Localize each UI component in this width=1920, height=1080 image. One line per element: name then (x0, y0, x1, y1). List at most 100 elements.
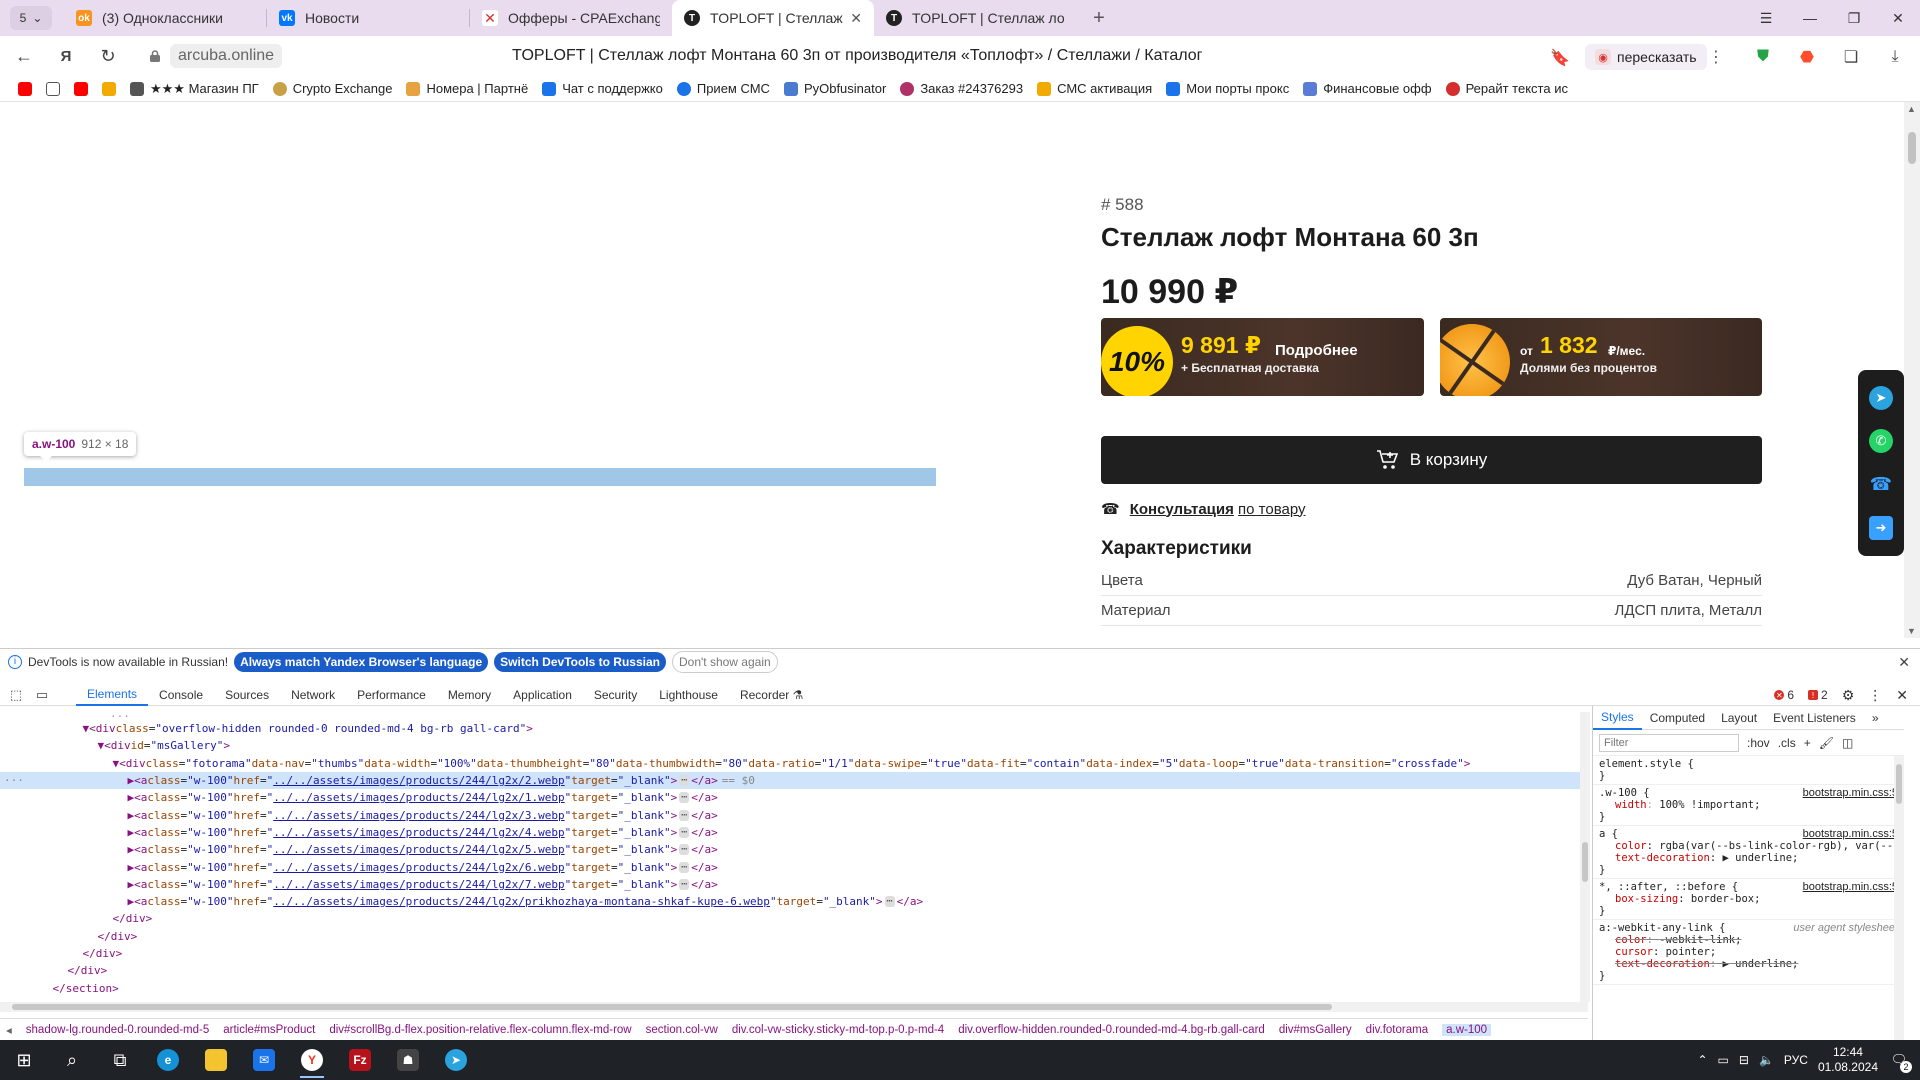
tab-memory[interactable]: Memory (437, 684, 502, 706)
chevron-up-icon[interactable]: ⌃ (1697, 1053, 1707, 1067)
scroll-up-icon[interactable]: ▲ (1907, 104, 1916, 114)
language-indicator[interactable]: РУС (1784, 1053, 1808, 1067)
dom-node-line[interactable]: ▶<a class = "w-100" href = " ../../assets/ima… (0, 893, 1588, 910)
more-tabs-icon[interactable]: » (1864, 706, 1887, 730)
back-icon[interactable]: ← (6, 40, 42, 72)
bookmark-rewrite[interactable]: Рерайт текста ис (1445, 81, 1568, 96)
bookmark-shop[interactable]: ★★★ Магазин ПГ (130, 81, 259, 97)
rule-selector[interactable]: a:-webkit-any-link { (1599, 922, 1725, 934)
rule-source[interactable]: bootstrap.min.css:5 (1803, 828, 1898, 840)
dom-node-line[interactable]: ▶<a class = "w-100" href = " ../../assets/ima… (0, 841, 1588, 858)
close-window-icon[interactable]: ✕ (1876, 0, 1920, 36)
clock[interactable]: 12:44 01.08.2024 (1818, 1045, 1878, 1075)
adblock-icon[interactable]: ⬣ (1796, 46, 1818, 68)
url-domain[interactable]: arcuba.online (170, 44, 283, 68)
cls-toggle[interactable]: .cls (1778, 736, 1796, 750)
bookmark-sms-activate[interactable]: СМС активация (1037, 81, 1152, 96)
task-view-icon[interactable]: ⧉ (96, 1040, 144, 1080)
bookmark-sms[interactable]: Прием СМС (676, 81, 770, 96)
style-property[interactable]: cursor: pointer; (1599, 946, 1898, 958)
breadcrumb-item[interactable]: shadow-lg.rounded-0.rounded-md-5 (26, 1024, 209, 1036)
discount-more-link[interactable]: Подробнее (1275, 342, 1358, 359)
dom-node-line[interactable]: ▶<a class = "w-100" href = " ../../assets/ima… (0, 789, 1588, 806)
inspect-element-icon[interactable]: ⬚ (6, 685, 26, 705)
page-scroll-thumb[interactable] (1908, 132, 1916, 164)
breadcrumb-item[interactable]: div.fotorama (1366, 1024, 1428, 1036)
tab-computed[interactable]: Computed (1642, 706, 1713, 730)
dom-scrollbar[interactable] (1580, 712, 1590, 1002)
breadcrumb-item[interactable]: div#msGallery (1279, 1024, 1352, 1036)
yandex-browser-icon[interactable]: Y (288, 1040, 336, 1080)
reload-icon[interactable]: ↻ (90, 40, 126, 72)
volume-icon[interactable]: 🔈 (1759, 1053, 1774, 1067)
paint-icon[interactable]: 🖌 (1819, 736, 1834, 750)
warning-count-badge[interactable]: ! 2 (1808, 688, 1828, 702)
tab-sources[interactable]: Sources (214, 684, 280, 706)
dom-node-line[interactable]: </div> (0, 945, 1588, 962)
style-property[interactable]: color: rgba(var(--bs-link-color-rgb), va… (1599, 840, 1899, 852)
tab-security[interactable]: Security (583, 684, 648, 706)
more-vert-icon[interactable]: ⋮ (1868, 687, 1882, 704)
search-icon[interactable]: ⌕ (48, 1040, 96, 1080)
dom-node-line[interactable]: ▶<a class = "w-100" href = " ../../assets/ima… (0, 824, 1588, 841)
menu-icon[interactable]: ☰ (1744, 0, 1788, 36)
retell-button[interactable]: ◉ пересказать (1585, 44, 1707, 70)
switch-russian-button[interactable]: Switch DevTools to Russian (494, 651, 666, 672)
notification-icon[interactable]: 🗨 2 (1888, 1049, 1912, 1073)
close-devtools-icon[interactable]: ✕ (1896, 687, 1908, 704)
callback-icon[interactable]: ☎ (1869, 473, 1893, 497)
tab-application[interactable]: Application (502, 684, 583, 706)
tab-performance[interactable]: Performance (346, 684, 437, 706)
download-icon[interactable]: ⤓ (1884, 46, 1906, 68)
breadcrumb-item[interactable]: div.col-vw-sticky.sticky-md-top.p-0.p-md… (732, 1024, 944, 1036)
styles-scroll-thumb[interactable] (1896, 764, 1902, 804)
close-tab-icon[interactable]: ✕ (850, 10, 862, 27)
tab-odnoklassniki[interactable]: ok (3) Одноклассники (64, 0, 266, 36)
sidebar-toggle-icon[interactable]: ◫ (1842, 736, 1853, 750)
rule-selector[interactable]: *, ::after, ::before { (1599, 881, 1738, 893)
discount-promo-banner[interactable]: 10% 9 891 ₽ Подробнее + Бесплатная доста… (1101, 318, 1424, 396)
tab-event-listeners[interactable]: Event Listeners (1765, 706, 1864, 730)
bookmark-youtube-2[interactable] (74, 81, 88, 96)
bookmark-icon[interactable]: 🔖 (1550, 48, 1570, 68)
close-banner-icon[interactable]: ✕ (1898, 654, 1910, 671)
tab-layout[interactable]: Layout (1713, 706, 1765, 730)
bookmark-numbers[interactable]: Номера | Партнё (406, 81, 528, 96)
telegram-icon[interactable]: ➤ (432, 1040, 480, 1080)
hov-toggle[interactable]: :hov (1747, 736, 1770, 750)
bookmark-support[interactable]: Чат с поддержко (542, 81, 663, 96)
style-property[interactable]: text-decoration: ▶ underline; (1599, 852, 1898, 864)
display-icon[interactable]: ⊟ (1739, 1053, 1749, 1067)
tab-news[interactable]: vk Новости (267, 0, 469, 36)
dom-node-line[interactable]: ▶<a class = "w-100" href = " ../../assets/ima… (0, 876, 1588, 893)
windows-start-icon[interactable]: ⊞ (0, 1040, 48, 1080)
bookmark-order[interactable]: Заказ #24376293 (900, 81, 1023, 96)
whatsapp-icon[interactable]: ✆ (1869, 429, 1893, 454)
new-tab-button[interactable]: + (1086, 5, 1112, 31)
bookmark-file[interactable] (46, 81, 60, 96)
dom-node-line[interactable]: </section> (0, 979, 1588, 996)
dom-node-line[interactable]: </div> (0, 962, 1588, 979)
device-toggle-icon[interactable]: ▭ (32, 685, 52, 705)
rule-selector[interactable]: .w-100 { (1599, 787, 1650, 799)
chevron-left-icon[interactable]: ◂ (6, 1023, 12, 1037)
style-property[interactable]: width: 100% !important; (1599, 799, 1898, 811)
bookmark-crypto[interactable]: Crypto Exchange (272, 81, 392, 96)
dom-hscrollbar[interactable] (0, 1002, 1588, 1012)
breadcrumb-item[interactable]: div.overflow-hidden.rounded-0.rounded-md… (958, 1024, 1265, 1036)
style-property[interactable]: color: -webkit-link; (1599, 934, 1898, 946)
rule-selector[interactable]: a { (1599, 828, 1618, 840)
consultation-link[interactable]: ☎ Консультация по товару (1101, 500, 1306, 519)
message-icon[interactable]: ➜ (1869, 516, 1893, 541)
dom-node-line[interactable]: ▶<a class = "w-100" href = " ../../assets/ima… (0, 858, 1588, 875)
dom-node-line[interactable]: ▶<a class = "w-100" href = " ../../assets/ima… (0, 806, 1588, 823)
styles-scrollbar[interactable] (1894, 756, 1904, 1040)
installment-promo-banner[interactable]: от 1 832 ₽/мес. Долями без процентов (1440, 318, 1762, 396)
tab-styles[interactable]: Styles (1593, 706, 1642, 730)
shield-icon[interactable]: ⛊ (1752, 46, 1774, 68)
error-count-badge[interactable]: ✕ 6 (1774, 688, 1794, 702)
collections-icon[interactable]: ❏ (1840, 46, 1862, 68)
dont-show-button[interactable]: Don't show again (671, 650, 778, 673)
bookmark-pyobf[interactable]: PyObfusinator (783, 81, 886, 96)
mail-icon[interactable]: ✉ (240, 1040, 288, 1080)
